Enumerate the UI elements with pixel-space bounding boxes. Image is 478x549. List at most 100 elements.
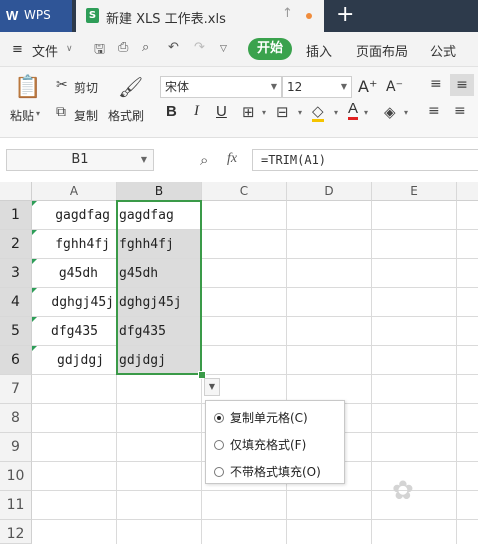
italic-button[interactable]: I: [194, 103, 199, 120]
scissors-icon[interactable]: ✂: [56, 77, 68, 93]
menu-file[interactable]: 文件: [32, 41, 58, 60]
column-header-a[interactable]: A: [32, 182, 117, 201]
fill-color-icon[interactable]: ◇: [312, 103, 324, 122]
format-painter-icon[interactable]: 🖌: [118, 75, 143, 99]
upload-icon[interactable]: ↑: [282, 6, 293, 21]
new-tab-plus-icon[interactable]: +: [336, 2, 354, 27]
column-header-b[interactable]: B: [117, 182, 202, 201]
column-header-e[interactable]: E: [372, 182, 457, 201]
merge-cells-icon[interactable]: ⊟: [276, 103, 289, 121]
paste-icon[interactable]: 📋: [14, 75, 41, 100]
tab-start[interactable]: 开始: [248, 38, 292, 60]
autofill-options-button[interactable]: ▼: [204, 378, 220, 396]
row-header-5[interactable]: 5: [0, 317, 32, 346]
cut-button[interactable]: 剪切: [74, 79, 98, 96]
autofill-option-fill-format-only[interactable]: 仅填充格式(F): [214, 436, 306, 453]
wps-home-tab[interactable]: W WPS: [0, 0, 72, 32]
cell-a1[interactable]: gagdfag: [32, 201, 117, 230]
column-header-c[interactable]: C: [202, 182, 287, 201]
tab-page-layout[interactable]: 页面布局: [356, 41, 408, 60]
paste-button[interactable]: 粘贴: [10, 107, 34, 124]
redo-icon[interactable]: ↷: [194, 40, 205, 55]
decrease-font-size-icon[interactable]: A⁻: [386, 79, 403, 95]
spreadsheet-file-icon: S: [86, 8, 99, 23]
save-icon[interactable]: 🖫: [94, 40, 105, 62]
chevron-down-icon[interactable]: ▾: [334, 108, 338, 117]
formula-input[interactable]: =TRIM(A1): [252, 149, 478, 171]
wps-logo-icon: W: [6, 8, 19, 23]
autofill-option-copy-cells[interactable]: 复制单元格(C): [214, 409, 308, 426]
row-header-8[interactable]: 8: [0, 404, 32, 433]
autofill-options-menu: 复制单元格(C) 仅填充格式(F) 不带格式填充(O): [205, 400, 345, 484]
name-box-value: B1: [71, 152, 89, 167]
row-header-11[interactable]: 11: [0, 491, 32, 520]
increase-font-size-icon[interactable]: A⁺: [358, 77, 377, 96]
baidu-watermark-logo: ✿: [392, 476, 414, 506]
chevron-down-icon[interactable]: ▾: [298, 108, 302, 117]
customize-toolbar-icon[interactable]: ▽: [220, 44, 227, 54]
cell-a5[interactable]: dfg435: [32, 317, 117, 346]
cell-b6[interactable]: gdjdgj: [117, 346, 202, 375]
row-header-9[interactable]: 9: [0, 433, 32, 462]
chevron-down-icon[interactable]: ▾: [364, 108, 368, 117]
font-color-icon[interactable]: A: [348, 101, 359, 120]
print-icon[interactable]: ⎙: [118, 40, 128, 55]
column-header-d[interactable]: D: [287, 182, 372, 201]
font-name-value: 宋体: [165, 80, 190, 94]
document-tab[interactable]: S 新建 XLS 工作表.xls ↑: [76, 0, 324, 32]
hamburger-menu-icon[interactable]: ≡: [12, 42, 23, 57]
bold-button[interactable]: B: [166, 103, 177, 120]
align-center-icon[interactable]: ≡: [454, 103, 466, 119]
cell-b2[interactable]: fghh4fj: [117, 230, 202, 259]
cell-b1[interactable]: gagdfag: [117, 201, 202, 230]
chevron-down-icon[interactable]: ∨: [66, 44, 73, 54]
align-left-icon[interactable]: ≡: [428, 103, 440, 119]
radio-selected-icon: [214, 413, 224, 423]
font-size-value: 12: [287, 80, 303, 94]
row-header-1[interactable]: 1: [0, 201, 32, 230]
cell-b3[interactable]: g45dh: [117, 259, 202, 288]
radio-icon: [214, 467, 224, 477]
cell-b4[interactable]: dghgj45j: [117, 288, 202, 317]
font-size-select[interactable]: 12 ▼: [282, 76, 352, 98]
row-header-7[interactable]: 7: [0, 375, 32, 404]
cell-a4[interactable]: dghgj45j: [32, 288, 117, 317]
chevron-down-icon: ▼: [340, 82, 347, 91]
select-all-corner[interactable]: [0, 182, 32, 201]
row-header-2[interactable]: 2: [0, 230, 32, 259]
undo-icon[interactable]: ↶: [168, 40, 179, 55]
cell-a3[interactable]: g45dh: [32, 259, 117, 288]
print-preview-icon[interactable]: ⌕: [142, 40, 149, 55]
column-header-f[interactable]: [457, 182, 478, 201]
border-icon[interactable]: ⊞: [242, 103, 255, 121]
tab-formula[interactable]: 公式: [430, 41, 456, 60]
paste-dropdown-icon[interactable]: ▾: [36, 109, 40, 118]
cell-b5[interactable]: dfg435: [117, 317, 202, 346]
copy-icon[interactable]: ⧉: [56, 104, 66, 120]
row-header-10[interactable]: 10: [0, 462, 32, 491]
insert-function-icon[interactable]: fx: [227, 151, 237, 167]
chevron-down-icon: ▼: [140, 155, 147, 164]
menu-bar: ≡ 文件 ∨ 🖫 ⎙ ⌕ ↶ ↷ ▽ 开始 插入 页面布局 公式: [0, 32, 478, 67]
row-header-12[interactable]: 12: [0, 520, 32, 544]
row-header-6[interactable]: 6: [0, 346, 32, 375]
cell-a6[interactable]: gdjdgj: [32, 346, 117, 375]
chevron-down-icon[interactable]: ▾: [404, 108, 408, 117]
chevron-down-icon[interactable]: ▾: [262, 108, 266, 117]
row-header-3[interactable]: 3: [0, 259, 32, 288]
format-painter-button[interactable]: 格式刷: [108, 107, 144, 124]
clear-format-eraser-icon[interactable]: ◈: [384, 103, 396, 121]
tab-insert[interactable]: 插入: [306, 41, 332, 60]
cell-a2[interactable]: fghh4fj: [32, 230, 117, 259]
autofill-option-fill-without-format[interactable]: 不带格式填充(O): [214, 463, 321, 480]
row-header-4[interactable]: 4: [0, 288, 32, 317]
zoom-search-icon[interactable]: ⌕: [200, 151, 208, 169]
document-tab-title: 新建 XLS 工作表.xls: [106, 12, 226, 27]
name-box[interactable]: B1 ▼: [6, 149, 154, 171]
underline-button[interactable]: U: [216, 103, 227, 120]
align-top-icon[interactable]: ≡: [430, 76, 442, 92]
wps-tab-label: WPS: [24, 8, 51, 22]
font-name-select[interactable]: 宋体 ▼: [160, 76, 282, 98]
align-middle-icon[interactable]: ≡: [450, 74, 474, 96]
copy-button[interactable]: 复制: [74, 107, 98, 124]
